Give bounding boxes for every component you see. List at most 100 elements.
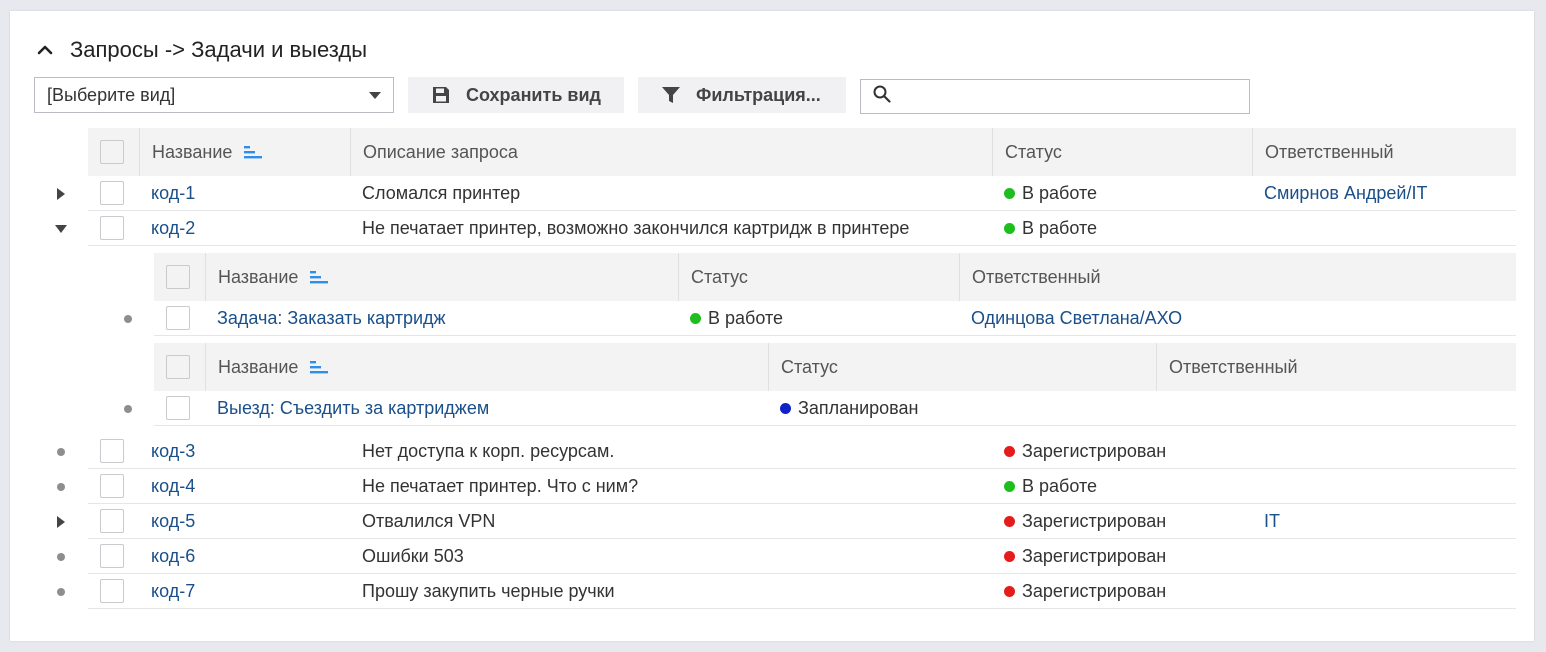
tasks-header-status[interactable]: Статус <box>691 253 748 301</box>
status-text: В работе <box>1022 182 1098 203</box>
status-dot-icon <box>1004 445 1015 457</box>
row-checkbox[interactable] <box>100 509 124 533</box>
expand-triangle-down-icon[interactable] <box>52 220 70 238</box>
trip-status: Запланирован <box>780 391 918 425</box>
tasks-column-divider[interactable] <box>205 253 206 301</box>
table-row: код-2 Не печатает принтер, возможно закон… <box>55 211 1516 246</box>
tasks-header-label: Статус <box>691 266 748 287</box>
request-code-link[interactable]: код-4 <box>151 469 195 503</box>
task-row: Задача: Заказать картридж В работе Одинцов… <box>124 301 1516 336</box>
request-code-link[interactable]: код-2 <box>151 211 195 245</box>
request-status: Зарегистрирован <box>1004 504 1166 538</box>
task-owner-link[interactable]: Одинцова Светлана/АХО <box>971 301 1182 335</box>
status-text: Зарегистрирован <box>1022 440 1167 461</box>
status-text: В работе <box>1022 475 1098 496</box>
status-dot-icon <box>1004 222 1015 234</box>
status-dot-icon <box>1004 515 1015 527</box>
funnel-icon <box>660 84 682 106</box>
view-select[interactable]: [Выберите вид] <box>34 77 394 113</box>
request-code-link[interactable]: код-6 <box>151 539 195 573</box>
row-checkbox[interactable] <box>100 181 124 205</box>
request-description: Не печатает принтер. Что с ним? <box>362 475 639 496</box>
request-owner-link[interactable]: Смирнов Андрей/IT <box>1264 176 1427 210</box>
main-header-name[interactable]: Название <box>152 128 263 176</box>
tasks-select-all-checkbox[interactable] <box>166 265 190 289</box>
row-checkbox[interactable] <box>100 579 124 603</box>
main-header-description[interactable]: Описание запроса <box>363 128 518 176</box>
tree-leaf-bullet-icon <box>124 315 132 323</box>
tasks-column-divider[interactable] <box>678 253 679 301</box>
trips-header-status[interactable]: Статус <box>781 343 838 391</box>
main-select-all-checkbox[interactable] <box>100 140 124 164</box>
request-code-link[interactable]: код-5 <box>151 504 195 538</box>
panel: Запросы -> Задачи и выезды [Выберите вид… <box>10 11 1534 641</box>
trips-header-name[interactable]: Название <box>218 343 329 391</box>
request-description: Прошу закупить черные ручки <box>362 580 615 601</box>
row-checkbox[interactable] <box>100 474 124 498</box>
tasks-header-owner[interactable]: Ответственный <box>972 253 1101 301</box>
status-text: Запланирован <box>798 397 919 418</box>
main-column-divider[interactable] <box>350 128 351 176</box>
trips-select-all-checkbox[interactable] <box>166 355 190 379</box>
main-column-divider[interactable] <box>139 128 140 176</box>
trips-header-label: Ответственный <box>1169 356 1298 377</box>
tree-leaf-bullet-icon <box>57 483 65 491</box>
request-code-link[interactable]: код-3 <box>151 434 195 468</box>
sort-ascending-icon[interactable] <box>310 360 329 374</box>
tasks-column-divider[interactable] <box>959 253 960 301</box>
main-header-label: Ответственный <box>1265 141 1394 162</box>
row-checkbox[interactable] <box>166 396 190 420</box>
status-dot-icon <box>690 312 701 324</box>
main-header-label: Название <box>152 141 233 162</box>
search-input[interactable] <box>899 81 1249 112</box>
row-checkbox[interactable] <box>100 544 124 568</box>
expand-triangle-right-icon[interactable] <box>52 185 70 203</box>
tree-leaf-bullet-icon <box>57 553 65 561</box>
floppy-disk-icon <box>430 84 452 106</box>
trip-row: Выезд: Съездить за картриджем Запланирова… <box>124 391 1516 426</box>
request-owner-link[interactable]: IT <box>1264 504 1280 538</box>
request-status: В работе <box>1004 211 1097 245</box>
trips-column-divider[interactable] <box>768 343 769 391</box>
table-row: код-7 Прошу закупить черные ручки Зарегист… <box>57 574 1516 609</box>
table-row: код-3 Нет доступа к корп. ресурсам. Зареги… <box>57 434 1516 469</box>
collapse-chevron-up-icon[interactable] <box>34 39 56 61</box>
row-checkbox[interactable] <box>100 439 124 463</box>
request-status: Зарегистрирован <box>1004 574 1166 608</box>
request-description: Не печатает принтер, возможно закончился… <box>362 217 910 238</box>
tasks-header-label: Ответственный <box>972 266 1101 287</box>
table-row: код-4 Не печатает принтер. Что с ним? В ра… <box>57 469 1516 504</box>
status-text: Зарегистрирован <box>1022 545 1167 566</box>
search-icon <box>873 85 891 108</box>
request-code-link[interactable]: код-1 <box>151 176 195 210</box>
main-header-label: Описание запроса <box>363 141 518 162</box>
search-box <box>860 79 1250 114</box>
trips-header-label: Статус <box>781 356 838 377</box>
sort-ascending-icon[interactable] <box>310 270 329 284</box>
row-checkbox[interactable] <box>100 216 124 240</box>
status-dot-icon <box>1004 480 1015 492</box>
task-name-link[interactable]: Задача: Заказать картридж <box>217 301 446 335</box>
main-column-divider[interactable] <box>1252 128 1253 176</box>
main-header-owner[interactable]: Ответственный <box>1265 128 1394 176</box>
trip-name-link[interactable]: Выезд: Съездить за картриджем <box>217 391 489 425</box>
status-dot-icon <box>1004 187 1015 199</box>
sort-ascending-icon[interactable] <box>244 145 263 159</box>
main-column-divider[interactable] <box>992 128 993 176</box>
request-code-link[interactable]: код-7 <box>151 574 195 608</box>
status-text: Зарегистрирован <box>1022 510 1167 531</box>
expand-triangle-right-icon[interactable] <box>52 513 70 531</box>
status-dot-icon <box>1004 550 1015 562</box>
tree-leaf-bullet-icon <box>57 588 65 596</box>
trips-column-divider[interactable] <box>1156 343 1157 391</box>
trips-header-owner[interactable]: Ответственный <box>1169 343 1298 391</box>
filter-button[interactable]: Фильтрация... <box>638 77 846 113</box>
filter-label: Фильтрация... <box>696 84 821 105</box>
tasks-header-name[interactable]: Название <box>218 253 329 301</box>
row-checkbox[interactable] <box>166 306 190 330</box>
save-view-button[interactable]: Сохранить вид <box>408 77 624 113</box>
main-header-status[interactable]: Статус <box>1005 128 1062 176</box>
tree-leaf-bullet-icon <box>124 405 132 413</box>
trips-column-divider[interactable] <box>205 343 206 391</box>
trips-header-label: Название <box>218 356 299 377</box>
